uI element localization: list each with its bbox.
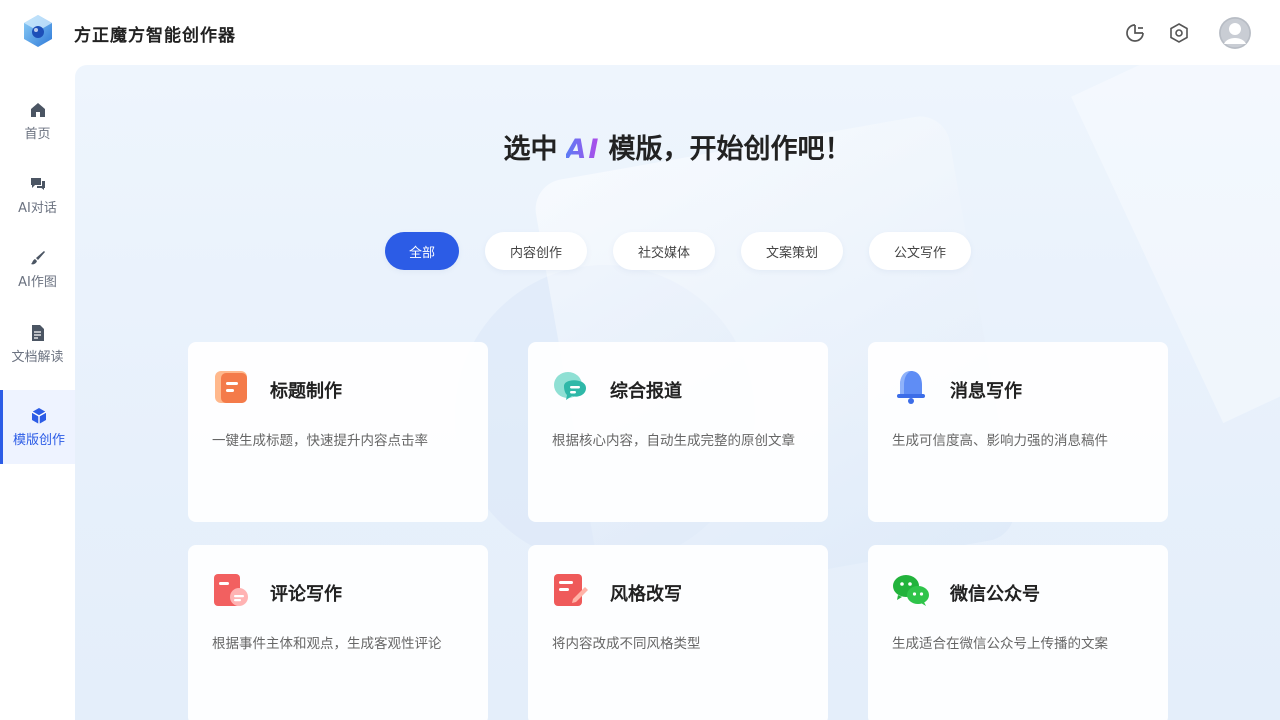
app-title: 方正魔方智能创作器 [74, 26, 236, 46]
card-title: 综合报道 [610, 381, 682, 402]
card-description: 生成适合在微信公众号上传播的文案 [892, 636, 1108, 652]
card-description: 将内容改成不同风格类型 [552, 636, 701, 652]
card-description: 根据事件主体和观点，生成客观性评论 [212, 636, 442, 652]
tab-all[interactable]: 全部 [385, 232, 459, 270]
main-content: 选中 AI 模版，开始创作吧！ 全部 内容创作 社交媒体 文案策划 公文写作 标题制… [75, 65, 1280, 720]
history-icon[interactable] [1124, 22, 1146, 44]
template-card-commentary-writing[interactable]: 评论写作 根据事件主体和观点，生成客观性评论 [188, 545, 488, 720]
template-card-news-writing[interactable]: 消息写作 生成可信度高、影响力强的消息稿件 [868, 342, 1168, 522]
chat-bubble-icon [554, 372, 586, 400]
sidebar-item-home[interactable]: 首页 [0, 84, 75, 158]
card-title: 消息写作 [950, 381, 1022, 402]
page-headline: 选中 AI 模版，开始创作吧！ [75, 127, 1280, 166]
tab-content-creation[interactable]: 内容创作 [485, 232, 587, 270]
headline-suffix: 模版，开始创作吧！ [608, 134, 852, 165]
tab-social-media[interactable]: 社交媒体 [613, 232, 715, 270]
sidebar-item-ai-drawing[interactable]: AI作图 [0, 232, 75, 306]
template-card-style-rewrite[interactable]: 风格改写 将内容改成不同风格类型 [528, 545, 828, 720]
tab-copywriting[interactable]: 文案策划 [741, 232, 843, 270]
document-icon [31, 324, 44, 341]
card-title: 评论写作 [270, 584, 342, 605]
card-description: 一键生成标题，快速提升内容点击率 [212, 433, 428, 449]
bell-icon [897, 371, 925, 404]
headline-ai: AI [565, 134, 601, 165]
sidebar-item-ai-chat[interactable]: AI对话 [0, 158, 75, 232]
card-title: 微信公众号 [950, 584, 1040, 605]
sidebar-item-label: AI作图 [18, 274, 57, 290]
template-card-comprehensive-report[interactable]: 综合报道 根据核心内容，自动生成完整的原创文章 [528, 342, 828, 522]
card-title: 标题制作 [270, 381, 342, 402]
wechat-icon [893, 575, 929, 606]
top-header: 方正魔方智能创作器 [0, 0, 1280, 65]
sidebar-item-template-creation[interactable]: 模版创作 [0, 390, 75, 464]
card-description: 生成可信度高、影响力强的消息稿件 [892, 433, 1108, 449]
sidebar-item-label: 首页 [24, 126, 51, 142]
edit-doc-icon [554, 574, 588, 606]
headline-prefix: 选中 [503, 134, 558, 165]
brush-icon [30, 250, 45, 264]
card-title: 风格改写 [610, 584, 682, 605]
tab-official-writing[interactable]: 公文写作 [869, 232, 971, 270]
avatar-icon[interactable] [1219, 17, 1251, 49]
template-card-wechat-official[interactable]: 微信公众号 生成适合在微信公众号上传播的文案 [868, 545, 1168, 720]
comment-doc-icon [214, 574, 248, 606]
cube-icon [31, 407, 47, 424]
home-icon [30, 102, 45, 117]
sidebar-item-label: 文档解读 [11, 349, 64, 365]
template-card-title-making[interactable]: 标题制作 一键生成标题，快速提升内容点击率 [188, 342, 488, 522]
card-description: 根据核心内容，自动生成完整的原创文章 [552, 433, 795, 449]
category-tabs: 全部 内容创作 社交媒体 文案策划 公文写作 [75, 232, 1280, 270]
chat-icon [30, 177, 45, 190]
app-logo-icon [24, 15, 52, 47]
sidebar-item-label: AI对话 [18, 200, 57, 216]
title-doc-icon [215, 371, 247, 403]
sidebar: 首页 AI对话 AI作图 文档解读 模版创作 [0, 65, 75, 720]
settings-icon[interactable] [1168, 22, 1190, 44]
sidebar-item-label: 模版创作 [12, 432, 65, 448]
sidebar-item-doc-reading[interactable]: 文档解读 [0, 307, 75, 381]
